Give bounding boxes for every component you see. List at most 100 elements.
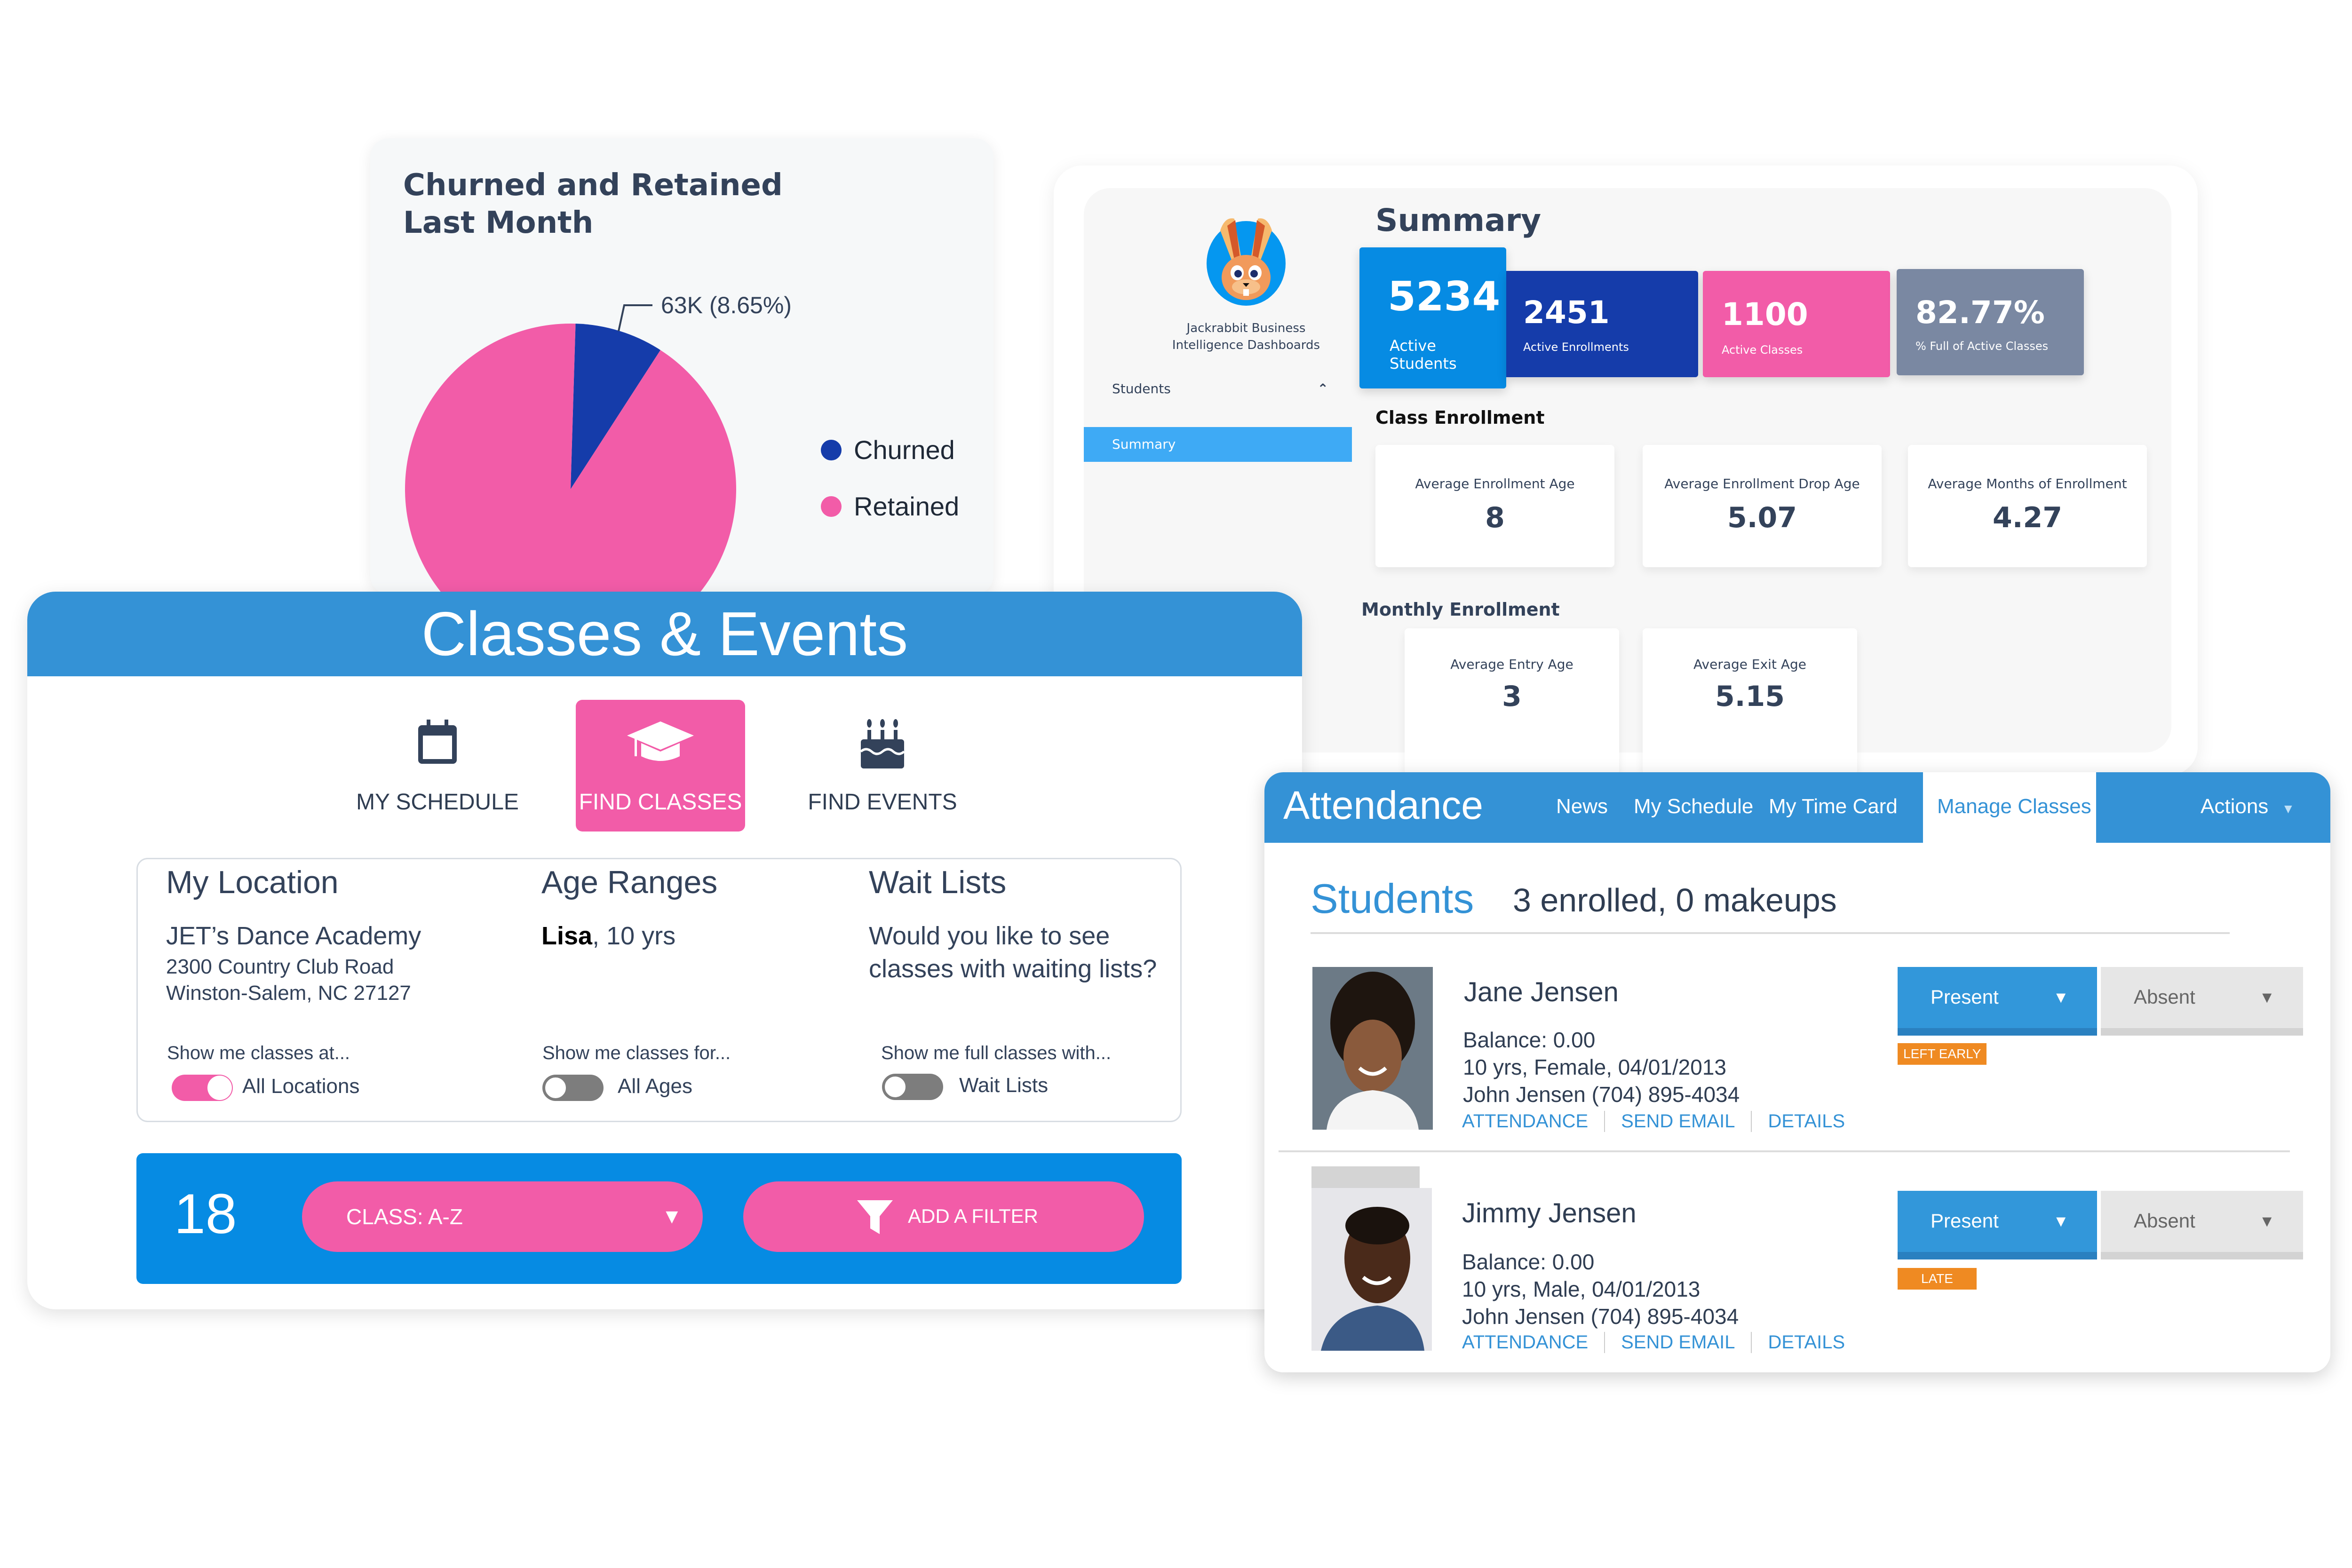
pie-slice-retained: [405, 324, 736, 594]
stat-label: Average Months of Enrollment: [1928, 476, 2127, 491]
student-contact: John Jensen (704) 895-4034: [1462, 1304, 1739, 1329]
absent-dropdown[interactable]: Absent ▼: [2101, 1191, 2303, 1259]
status-label: Absent: [2134, 986, 2195, 1008]
kpi-value: 82.77%: [1915, 294, 2045, 331]
result-count: 18: [174, 1182, 237, 1245]
waitlist-question-line2: classes with waiting lists?: [869, 955, 1157, 983]
legend-item-churned: Churned: [821, 435, 955, 465]
stat-avg-exit-age: Average Exit Age 5.15: [1643, 628, 1857, 774]
details-link[interactable]: DETAILS: [1751, 1332, 1861, 1353]
toggle-knob: [883, 1075, 907, 1099]
sidebar-group-students[interactable]: Students ⌃: [1112, 381, 1328, 396]
students-summary: 3 enrolled, 0 makeups: [1513, 882, 1837, 919]
caret-down-icon: ▼: [2281, 801, 2295, 816]
tab-label: FIND EVENTS: [808, 790, 957, 815]
kpi-active-classes: 1100 Active Classes: [1703, 271, 1890, 377]
send-email-link[interactable]: SEND EMAIL: [1604, 1332, 1751, 1353]
section-heading: My Location: [166, 864, 339, 900]
status-label: Present: [1931, 1210, 1999, 1232]
present-dropdown[interactable]: Present ▼: [1898, 967, 2097, 1036]
age-ranges-section: Age Ranges Lisa, 10 yrs: [541, 859, 717, 950]
status-badge: LEFT EARLY: [1898, 1043, 1987, 1065]
legend-label: Churned: [854, 435, 955, 465]
kpi-percent-full: 82.77% % Full of Active Classes: [1897, 269, 2084, 375]
jackrabbit-logo-icon: [1207, 218, 1286, 306]
students-heading: Students: [1311, 875, 1474, 922]
classes-events-panel: Classes & Events MY SCHEDULE FIND CLASSE…: [27, 592, 1302, 1309]
add-filter-button[interactable]: ADD A FILTER: [743, 1181, 1144, 1252]
chevron-up-icon: ⌃: [1317, 381, 1328, 396]
section-heading: Wait Lists: [869, 864, 1007, 900]
nav-my-schedule[interactable]: My Schedule: [1634, 795, 1753, 818]
legend-dot-retained: [821, 496, 842, 517]
nav-manage-classes[interactable]: Manage Classes: [1923, 772, 2096, 843]
location-address-line1: 2300 Country Club Road: [166, 955, 394, 978]
all-ages-toggle[interactable]: [542, 1075, 604, 1101]
tab-find-classes[interactable]: FIND CLASSES: [576, 700, 745, 832]
student-details: 10 yrs, Male, 04/01/2013: [1462, 1277, 1700, 1301]
location-address-line2: Winston-Salem, NC 27127: [166, 982, 411, 1005]
divider: [1311, 932, 2230, 934]
absent-dropdown[interactable]: Absent ▼: [2101, 967, 2303, 1036]
stat-value: 5.15: [1715, 680, 1785, 713]
toggle-label: All Ages: [618, 1075, 692, 1098]
divider: [1279, 1150, 2290, 1152]
wait-lists-toggle[interactable]: [882, 1074, 943, 1100]
slice-data-label: 63K (8.65%): [661, 292, 792, 318]
status-badge: LATE: [1898, 1268, 1977, 1290]
photo-placeholder: [1311, 1166, 1420, 1188]
kpi-active-enrollments: 2451 Active Enrollments: [1506, 271, 1698, 377]
tab-label: FIND CLASSES: [579, 790, 742, 815]
student-name: Lisa: [541, 922, 593, 950]
attendance-panel: Attendance News My Schedule My Time Card…: [1264, 772, 2330, 1372]
attendance-link[interactable]: ATTENDANCE: [1462, 1111, 1604, 1132]
class-enrollment-heading: Class Enrollment: [1375, 407, 1545, 428]
wait-lists-section: Wait Lists Would you like to see classes…: [869, 859, 1157, 983]
kpi-active-students: 5234 Active Students: [1359, 247, 1506, 388]
results-bar: 18 CLASS: A-Z ▼ ADD A FILTER: [136, 1153, 1182, 1284]
student-photo-jimmy: [1311, 1188, 1432, 1351]
stat-avg-drop-age: Average Enrollment Drop Age 5.07: [1643, 445, 1882, 567]
student-name: Jane Jensen: [1464, 977, 1619, 1007]
student-contact: John Jensen (704) 895-4034: [1463, 1082, 1740, 1107]
caret-down-icon: ▼: [2259, 989, 2275, 1006]
nav-label: Manage Classes: [1937, 795, 2091, 818]
legend-dot-churned: [821, 439, 842, 460]
kpi-value: 2451: [1523, 294, 1610, 331]
kpi-label: % Full of Active Classes: [1915, 340, 2049, 353]
details-link[interactable]: DETAILS: [1751, 1111, 1861, 1132]
waitlist-question-line1: Would you like to see: [869, 922, 1110, 950]
nav-news[interactable]: News: [1556, 795, 1608, 818]
graduation-cap-icon: [627, 721, 694, 761]
sort-select-value: CLASS: A-Z: [346, 1204, 463, 1229]
stat-avg-entry-age: Average Entry Age 3: [1405, 628, 1619, 774]
student-balance: Balance: 0.00: [1462, 1250, 1595, 1274]
student-photo-jane: [1312, 967, 1433, 1130]
present-dropdown[interactable]: Present ▼: [1898, 1191, 2097, 1259]
attendance-link[interactable]: ATTENDANCE: [1462, 1332, 1604, 1353]
toggle-caption: Show me classes for...: [542, 1043, 731, 1063]
caret-down-icon: ▼: [2259, 1212, 2275, 1230]
tab-find-events[interactable]: FIND EVENTS: [798, 700, 967, 832]
sort-select[interactable]: CLASS: A-Z ▼: [302, 1181, 703, 1252]
calendar-icon: [418, 720, 457, 764]
send-email-link[interactable]: SEND EMAIL: [1604, 1111, 1751, 1132]
status-label: Absent: [2134, 1210, 2195, 1232]
sidebar-group-label: Students: [1112, 381, 1171, 396]
pie-chart: 63K (8.65%): [405, 292, 792, 594]
stat-value: 3: [1502, 680, 1522, 713]
student-age: , 10 yrs: [592, 922, 676, 950]
stat-value: 4.27: [1992, 501, 2063, 534]
toggle-label: Wait Lists: [959, 1074, 1049, 1097]
actions-menu[interactable]: Actions ▼: [2201, 795, 2295, 818]
kpi-value: 1100: [1722, 296, 1808, 333]
sidebar-item-summary[interactable]: Summary: [1084, 427, 1352, 462]
nav-my-time-card[interactable]: My Time Card: [1769, 795, 1898, 818]
all-locations-toggle[interactable]: [172, 1075, 233, 1101]
stat-avg-enrollment-age: Average Enrollment Age 8: [1375, 445, 1614, 567]
tab-my-schedule[interactable]: MY SCHEDULE: [353, 700, 522, 832]
toggle-caption: Show me classes at...: [167, 1043, 350, 1063]
student-links: ATTENDANCE SEND EMAIL DETAILS: [1462, 1111, 1861, 1132]
churn-chart-card: Churned and Retained Last Month 63K (8.6…: [370, 138, 993, 594]
caret-down-icon: ▼: [2053, 1212, 2069, 1230]
